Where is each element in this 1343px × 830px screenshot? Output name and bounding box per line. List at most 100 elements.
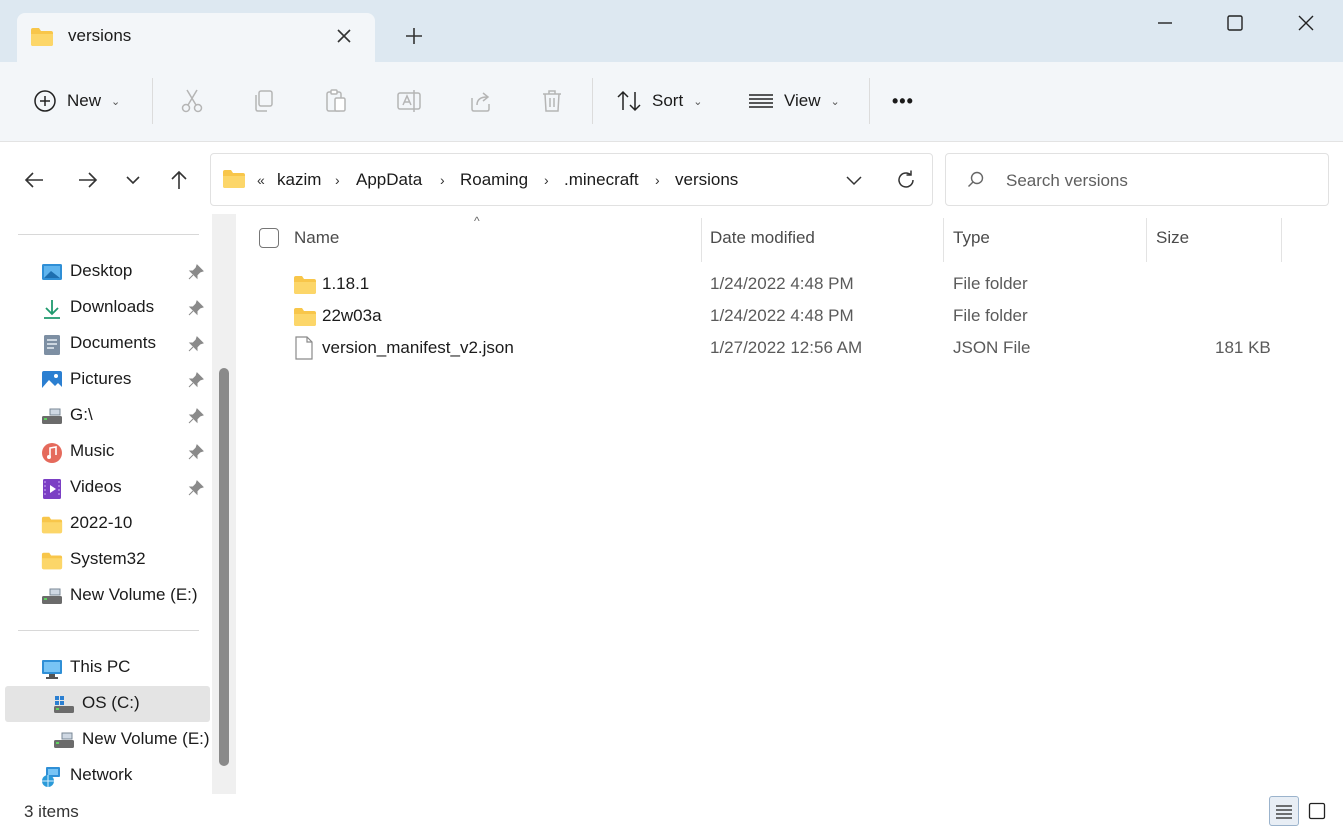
table-row[interactable]: version_manifest_v2.json 1/27/2022 12:56… bbox=[238, 332, 1343, 364]
folder-icon bbox=[41, 552, 63, 570]
item-count: 3 items bbox=[24, 802, 79, 821]
sort-ascending-icon: ^ bbox=[474, 214, 480, 228]
recent-locations-chevron-icon[interactable] bbox=[121, 168, 145, 192]
column-header-type[interactable]: Type bbox=[953, 228, 990, 248]
file-name: 22w03a bbox=[322, 306, 382, 325]
breadcrumb-roaming[interactable]: Roaming bbox=[460, 170, 528, 190]
divider bbox=[592, 78, 593, 124]
sidebar-item-label: Downloads bbox=[70, 297, 155, 316]
navigation-bar: « kazim › AppData › Roaming › .minecraft… bbox=[0, 142, 1343, 214]
tab-versions[interactable]: versions bbox=[17, 13, 375, 62]
download-icon bbox=[44, 300, 60, 319]
sidebar-item-music[interactable]: Music bbox=[0, 434, 210, 470]
pin-icon[interactable] bbox=[188, 480, 204, 496]
address-bar[interactable]: « kazim › AppData › Roaming › .minecraft… bbox=[210, 153, 933, 206]
chevron-right-icon[interactable]: › bbox=[440, 172, 445, 188]
share-icon[interactable] bbox=[468, 88, 494, 114]
more-icon: ••• bbox=[892, 90, 914, 111]
column-header-name[interactable]: Name bbox=[294, 228, 339, 248]
forward-arrow-icon[interactable] bbox=[76, 168, 100, 192]
back-arrow-icon[interactable] bbox=[22, 168, 46, 192]
column-divider[interactable] bbox=[943, 218, 944, 262]
sidebar-item-2022-10[interactable]: 2022-10 bbox=[0, 506, 210, 542]
sidebar-item-g-drive[interactable]: G:\ bbox=[0, 398, 210, 434]
drive-icon bbox=[42, 408, 62, 424]
pin-icon[interactable] bbox=[188, 408, 204, 424]
breadcrumb-versions[interactable]: versions bbox=[675, 170, 738, 190]
refresh-icon[interactable] bbox=[894, 168, 918, 192]
pictures-icon bbox=[42, 371, 62, 391]
chevron-right-icon[interactable]: › bbox=[544, 172, 549, 188]
sidebar-item-pictures[interactable]: Pictures bbox=[0, 362, 210, 398]
divider bbox=[869, 78, 870, 124]
folder-icon bbox=[223, 170, 245, 188]
sidebar-item-new-volume-e-pc[interactable]: New Volume (E:) bbox=[0, 722, 210, 758]
maximize-icon[interactable] bbox=[1224, 12, 1246, 34]
pin-icon[interactable] bbox=[188, 264, 204, 280]
drive-icon bbox=[54, 732, 74, 748]
minimize-icon[interactable] bbox=[1154, 12, 1176, 34]
table-row[interactable]: 22w03a 1/24/2022 4:48 PM File folder bbox=[238, 300, 1343, 332]
sidebar-item-label: Documents bbox=[70, 333, 156, 352]
pin-icon[interactable] bbox=[188, 372, 204, 388]
address-history-chevron-icon[interactable] bbox=[843, 169, 865, 191]
music-icon bbox=[42, 443, 62, 463]
add-circle-icon bbox=[34, 90, 56, 112]
pin-icon[interactable] bbox=[188, 336, 204, 352]
view-label: View bbox=[784, 91, 821, 110]
sidebar-item-system32[interactable]: System32 bbox=[0, 542, 210, 578]
details-view-button[interactable] bbox=[1269, 796, 1299, 826]
pin-icon[interactable] bbox=[188, 300, 204, 316]
up-arrow-icon[interactable] bbox=[167, 168, 191, 192]
column-divider[interactable] bbox=[701, 218, 702, 262]
sidebar-item-label: System32 bbox=[70, 549, 146, 568]
sidebar-item-videos[interactable]: Videos bbox=[0, 470, 210, 506]
file-date: 1/24/2022 4:48 PM bbox=[710, 306, 854, 325]
sidebar-item-os-c[interactable]: OS (C:) bbox=[5, 686, 210, 722]
file-type: JSON File bbox=[953, 338, 1031, 357]
chevron-right-icon[interactable]: › bbox=[655, 172, 660, 188]
overflow-crumb[interactable]: « bbox=[257, 172, 265, 188]
new-button[interactable]: New ⌄ bbox=[33, 86, 120, 116]
sidebar-item-network[interactable]: Network bbox=[0, 758, 210, 794]
search-input[interactable]: Search versions bbox=[1006, 171, 1128, 191]
documents-icon bbox=[44, 335, 60, 355]
rename-icon[interactable] bbox=[396, 88, 422, 114]
tiles-view-button[interactable] bbox=[1302, 796, 1332, 826]
file-type: File folder bbox=[953, 274, 1028, 293]
column-header-date-modified[interactable]: Date modified bbox=[710, 228, 815, 248]
close-tab-icon[interactable] bbox=[333, 25, 355, 47]
sidebar-item-documents[interactable]: Documents bbox=[0, 326, 210, 362]
sidebar-item-desktop[interactable]: Desktop bbox=[0, 254, 210, 290]
select-all-checkbox[interactable] bbox=[259, 228, 279, 248]
table-row[interactable]: 1.18.1 1/24/2022 4:48 PM File folder bbox=[238, 268, 1343, 300]
divider bbox=[18, 234, 199, 235]
breadcrumb-appdata[interactable]: AppData bbox=[356, 170, 422, 190]
view-button[interactable]: View ⌄ bbox=[748, 86, 840, 116]
more-options-button[interactable]: ••• bbox=[892, 86, 914, 116]
paste-icon[interactable] bbox=[324, 88, 348, 114]
sidebar-scrollbar-thumb[interactable] bbox=[219, 368, 229, 766]
status-bar: 3 items bbox=[0, 794, 1343, 830]
computer-icon bbox=[42, 660, 62, 679]
close-window-icon[interactable] bbox=[1295, 12, 1317, 34]
new-tab-icon[interactable] bbox=[403, 25, 425, 47]
sidebar-item-new-volume-e[interactable]: New Volume (E:) bbox=[0, 578, 210, 614]
sidebar-item-label: New Volume (E:) bbox=[82, 729, 210, 748]
breadcrumb-minecraft[interactable]: .minecraft bbox=[564, 170, 639, 190]
search-box[interactable]: Search versions bbox=[945, 153, 1329, 206]
chevron-right-icon[interactable]: › bbox=[335, 172, 340, 188]
column-divider[interactable] bbox=[1146, 218, 1147, 262]
sort-button[interactable]: Sort ⌄ bbox=[616, 86, 702, 116]
sidebar-item-this-pc[interactable]: This PC bbox=[0, 650, 210, 686]
pin-icon[interactable] bbox=[188, 444, 204, 460]
column-header-size[interactable]: Size bbox=[1156, 228, 1189, 248]
copy-icon[interactable] bbox=[252, 88, 276, 114]
column-divider[interactable] bbox=[1281, 218, 1282, 262]
cut-icon[interactable] bbox=[180, 88, 204, 114]
sidebar-item-label: Network bbox=[70, 765, 133, 784]
folder-icon bbox=[31, 28, 53, 46]
breadcrumb-kazim[interactable]: kazim bbox=[277, 170, 321, 190]
sidebar-item-downloads[interactable]: Downloads bbox=[0, 290, 210, 326]
delete-icon[interactable] bbox=[540, 88, 564, 114]
